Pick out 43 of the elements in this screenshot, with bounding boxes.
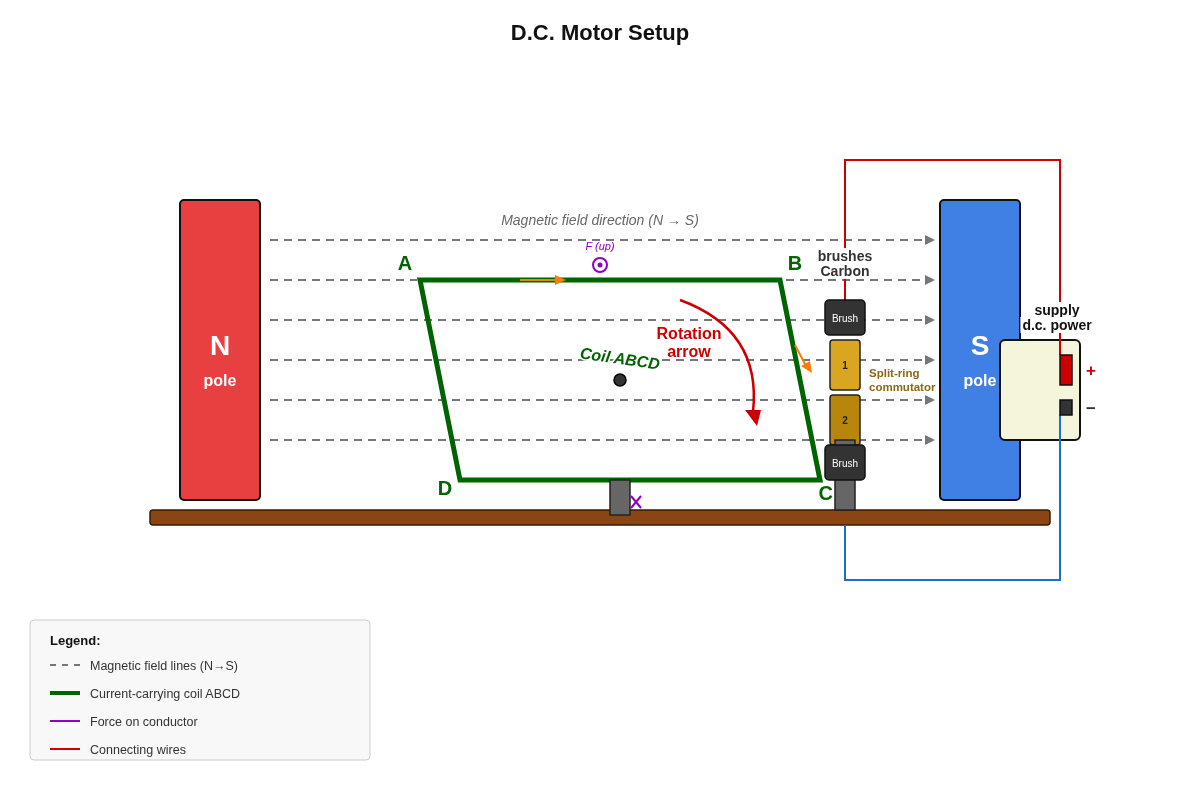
rotation-label: Rotation — [656, 325, 722, 342]
commutator-label: Split-ring — [869, 367, 920, 379]
corner-label: C — [818, 482, 833, 504]
corner-label: D — [437, 477, 453, 499]
pole-letter: S — [970, 330, 990, 361]
pole-label: pole — [203, 372, 237, 389]
carbon-brush — [824, 299, 866, 336]
corner-label: A — [397, 252, 413, 274]
legend-label: Current-carrying coil ABCD — [90, 686, 241, 701]
terminal — [1059, 399, 1073, 416]
pivot-dot-icon — [613, 373, 627, 387]
commutator-segment — [829, 394, 861, 446]
rotation-label: arrow — [667, 343, 711, 360]
segment-number: 2 — [842, 415, 848, 426]
pole-letter: N — [209, 330, 231, 361]
brush-label: Brush — [831, 458, 859, 469]
legend-title: Legend: — [50, 633, 101, 648]
dot-circle-icon — [592, 257, 608, 273]
segment-number: 1 — [842, 360, 848, 371]
coil-support — [609, 479, 631, 516]
legend-label: Connecting wires — [90, 742, 186, 757]
current-arrow — [519, 275, 566, 285]
carbon-brush — [824, 444, 866, 481]
terminal-sign: + — [1086, 361, 1096, 380]
legend-label: Force on conductor — [90, 714, 198, 729]
brush-label: Brush — [831, 313, 859, 324]
legend-label: Magnetic field lines (N→S) — [90, 658, 238, 673]
commutator-label: commutator — [869, 381, 936, 393]
cross-icon — [630, 495, 642, 509]
diagram-title: D.C. Motor Setup — [510, 20, 690, 45]
corner-label: B — [787, 252, 803, 274]
field-direction-label: Magnetic field direction (N → S) — [501, 212, 699, 228]
pole-label: pole — [963, 372, 997, 389]
force-label: F (up) — [585, 240, 615, 252]
terminal — [1059, 354, 1073, 386]
commutator-segment — [829, 339, 861, 391]
supply-label: supply — [1034, 302, 1080, 318]
brushes-label: Carbon — [820, 263, 870, 279]
coil-label: Coil ABCD — [579, 344, 661, 373]
supply-label: d.c. power — [1022, 317, 1092, 333]
small-arrow — [794, 344, 812, 373]
brushes-label: brushes — [817, 248, 873, 264]
terminal-sign: − — [1086, 398, 1096, 418]
